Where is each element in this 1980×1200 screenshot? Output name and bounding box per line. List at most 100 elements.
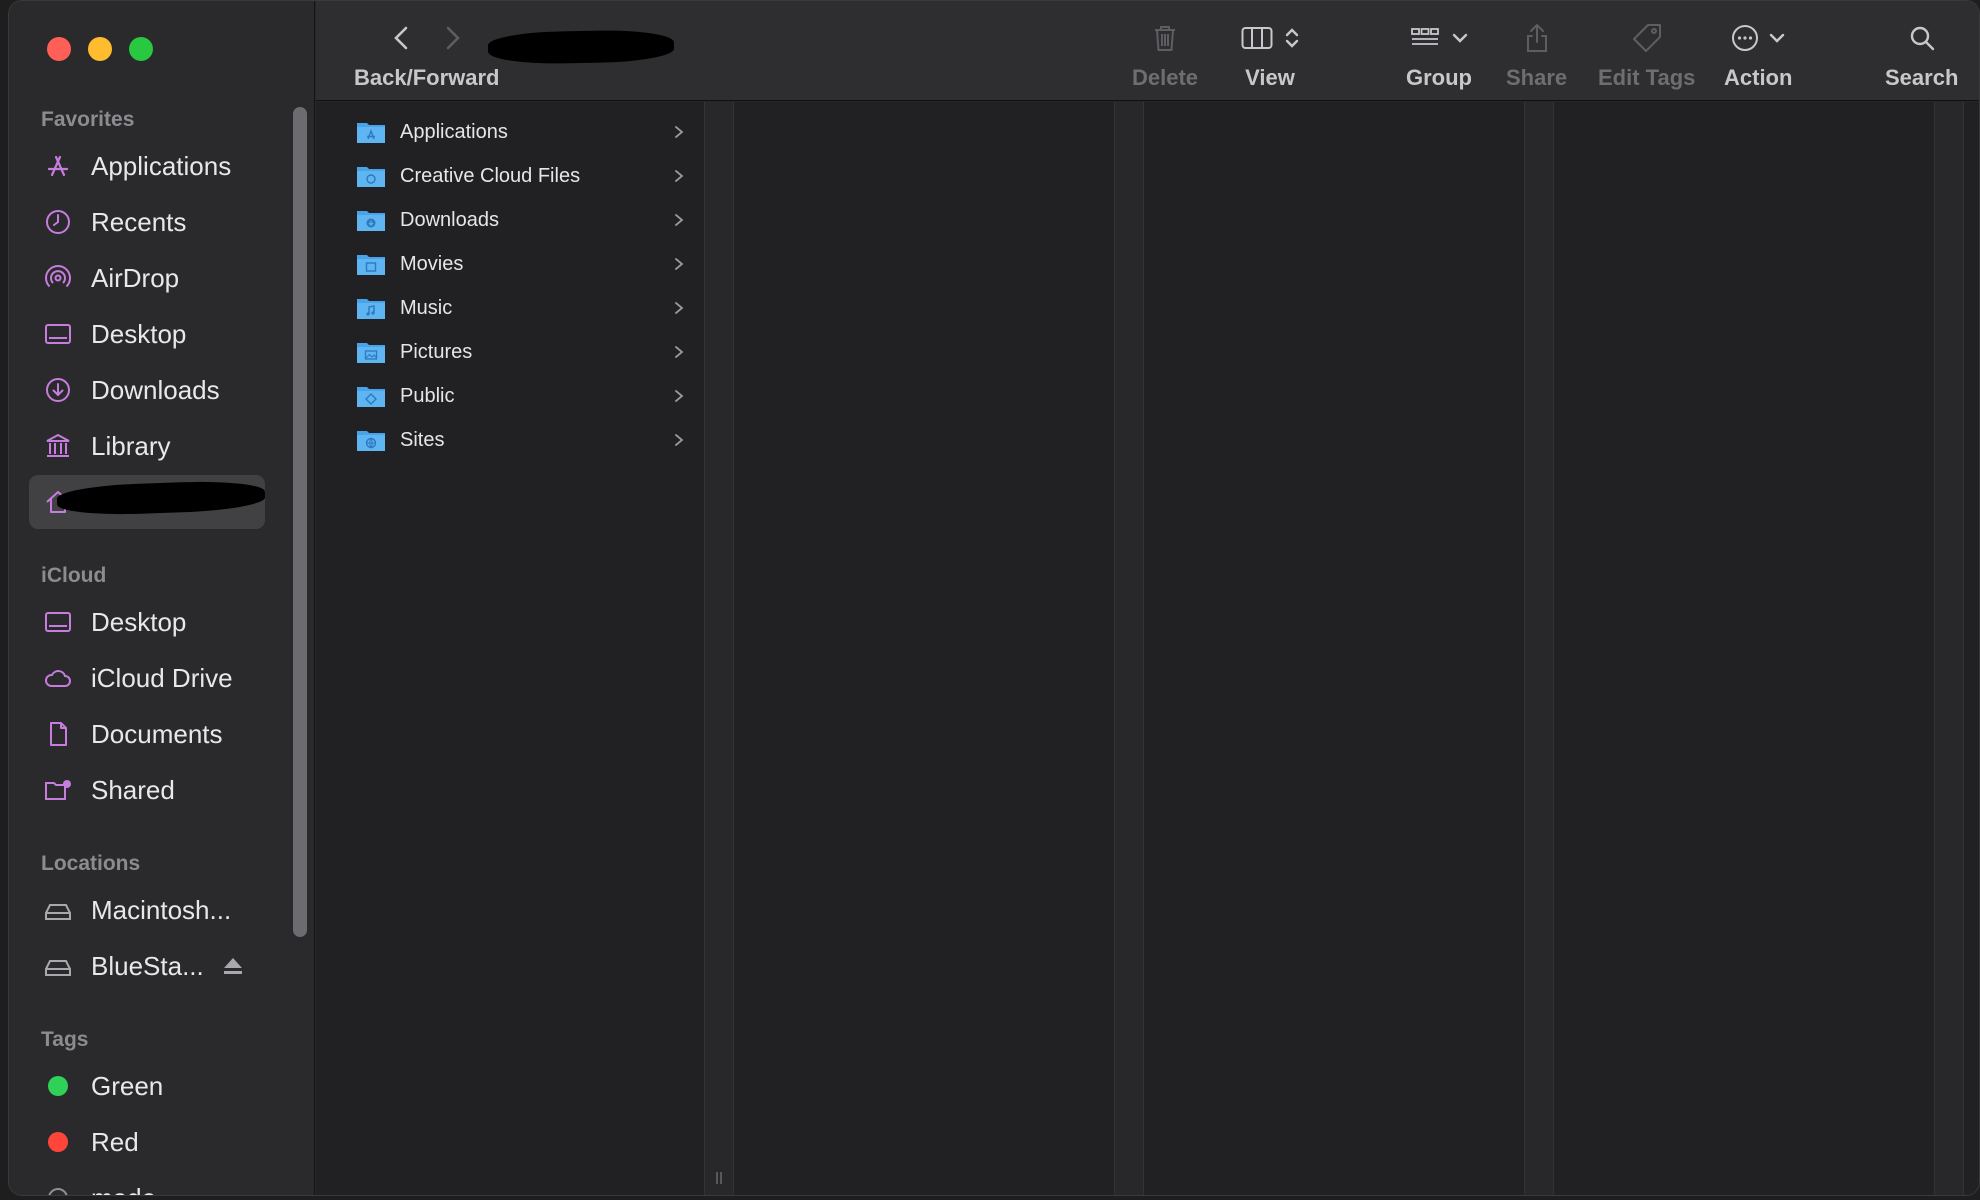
sidebar-item-label: AirDrop: [91, 262, 180, 293]
sidebar-item-label: Applications: [91, 150, 232, 181]
sidebar-item-bluestacks[interactable]: BlueSta...: [29, 939, 265, 993]
action-label: Action: [1724, 65, 1793, 90]
delete-button[interactable]: Delete: [1132, 15, 1198, 91]
close-window-button[interactable]: [47, 37, 71, 61]
action-button[interactable]: Action: [1724, 15, 1792, 91]
column-divider[interactable]: [1114, 102, 1144, 1195]
column-resize-grip-icon[interactable]: [714, 1171, 724, 1185]
updown-chevron-icon: [1285, 28, 1299, 48]
column-home: Applications Creative Cloud Files Downlo…: [316, 102, 704, 1195]
sites-folder-icon: [357, 431, 385, 451]
red-tag-dot-icon: [43, 1127, 73, 1157]
list-item-creative-cloud-files[interactable]: Creative Cloud Files: [316, 154, 686, 198]
column-empty-3: [1554, 102, 1934, 1195]
list-item-music[interactable]: Music: [316, 286, 686, 330]
airdrop-icon: [43, 263, 73, 293]
sidebar-item-icloud-desktop[interactable]: Desktop: [29, 595, 265, 649]
sidebar-item-airdrop[interactable]: AirDrop: [29, 251, 265, 305]
desktop-icon: [43, 319, 73, 349]
list-item-movies[interactable]: Movies: [316, 242, 686, 286]
creative-cloud-folder-icon: [357, 167, 385, 187]
column-divider[interactable]: [1524, 102, 1554, 1195]
sidebar-item-label: mode: [91, 1183, 156, 1196]
sidebar-item-tag-green[interactable]: Green: [29, 1059, 265, 1113]
search-button[interactable]: Search: [1885, 15, 1958, 91]
shared-folder-icon: [43, 775, 73, 805]
clock-icon: [43, 207, 73, 237]
list-item-pictures[interactable]: Pictures: [316, 330, 686, 374]
sidebar-item-label: Recents: [91, 206, 187, 237]
sidebar-item-applications[interactable]: Applications: [29, 139, 265, 193]
list-item-downloads[interactable]: Downloads: [316, 198, 686, 242]
column-divider[interactable]: [1934, 102, 1964, 1195]
desktop-icon: [43, 607, 73, 637]
column-divider[interactable]: [704, 102, 734, 1195]
sidebar: Favorites Applications Recents AirDrop D…: [9, 1, 315, 1195]
document-icon: [43, 719, 73, 749]
sidebar-item-desktop[interactable]: Desktop: [29, 307, 265, 361]
sidebar-item-label: Green: [91, 1070, 164, 1101]
finder-window: Favorites Applications Recents AirDrop D…: [8, 0, 1980, 1196]
chevron-right-icon: [675, 390, 684, 402]
group-label: Group: [1406, 65, 1472, 90]
library-icon: [43, 431, 73, 461]
item-name: Applications: [400, 120, 508, 143]
view-label: View: [1245, 65, 1295, 90]
share-label: Share: [1506, 65, 1568, 90]
share-button[interactable]: Share: [1506, 15, 1567, 91]
sidebar-item-label: Documents: [91, 718, 223, 749]
column-empty-1: [734, 102, 1114, 1195]
group-grid-icon: [1411, 28, 1439, 45]
minimize-window-button[interactable]: [88, 37, 112, 61]
drive-icon: [43, 951, 73, 981]
list-item-public[interactable]: Public: [316, 374, 686, 418]
eject-icon[interactable]: [222, 955, 244, 977]
applications-icon: [43, 151, 73, 181]
sidebar-item-label: Shared: [91, 774, 175, 805]
redaction-mark: [487, 29, 675, 65]
drive-icon: [43, 895, 73, 925]
back-chevron-icon[interactable]: [392, 25, 410, 51]
sidebar-item-recents[interactable]: Recents: [29, 195, 265, 249]
sidebar-item-label: Library: [91, 430, 171, 461]
sidebar-item-label: BlueSta...: [91, 950, 204, 981]
sidebar-item-library[interactable]: Library: [29, 419, 265, 473]
chevron-right-icon: [675, 126, 684, 138]
tags-heading: Tags: [41, 1028, 89, 1051]
list-item-applications[interactable]: Applications: [316, 110, 686, 154]
back-forward-control[interactable]: Back/Forward: [354, 15, 500, 91]
columns-view-icon: [1241, 27, 1273, 49]
sidebar-item-tag-mode[interactable]: mode: [29, 1171, 265, 1196]
sidebar-item-macintosh-hd[interactable]: Macintosh...: [29, 883, 265, 937]
sidebar-item-downloads[interactable]: Downloads: [29, 363, 265, 417]
sidebar-item-tag-red[interactable]: Red: [29, 1115, 265, 1169]
share-icon: [1526, 23, 1547, 52]
locations-heading: Locations: [41, 852, 141, 875]
edit-tags-button[interactable]: Edit Tags: [1598, 15, 1695, 91]
edit-tags-label: Edit Tags: [1598, 65, 1696, 90]
sidebar-item-documents[interactable]: Documents: [29, 707, 265, 761]
zoom-window-button[interactable]: [129, 37, 153, 61]
cloud-icon: [43, 663, 73, 693]
sidebar-item-label: Downloads: [91, 374, 220, 405]
sidebar-item-icloud-drive[interactable]: iCloud Drive: [29, 651, 265, 705]
item-name: Pictures: [400, 340, 473, 363]
delete-label: Delete: [1132, 65, 1199, 90]
sidebar-item-shared[interactable]: Shared: [29, 763, 265, 817]
group-button[interactable]: Group: [1406, 15, 1472, 91]
chevron-right-icon: [675, 346, 684, 358]
public-folder-icon: [357, 387, 385, 407]
search-icon: [1910, 26, 1934, 51]
toolbar: Back/Forward Delete View Group Share Edi…: [316, 1, 1979, 101]
sidebar-scrollbar[interactable]: [293, 107, 307, 937]
sidebar-item-label: Desktop: [91, 606, 187, 637]
tag-dot-icon: [43, 1183, 73, 1195]
tag-icon: [1632, 24, 1661, 52]
item-name: Sites: [400, 428, 445, 451]
list-item-sites[interactable]: Sites: [316, 418, 686, 462]
view-button[interactable]: View: [1241, 15, 1299, 91]
ellipsis-circle-icon: [1732, 25, 1759, 51]
forward-chevron-icon[interactable]: [444, 25, 462, 51]
sidebar-item-label: Red: [91, 1126, 139, 1157]
sidebar-item-label: Macintosh...: [91, 894, 232, 925]
